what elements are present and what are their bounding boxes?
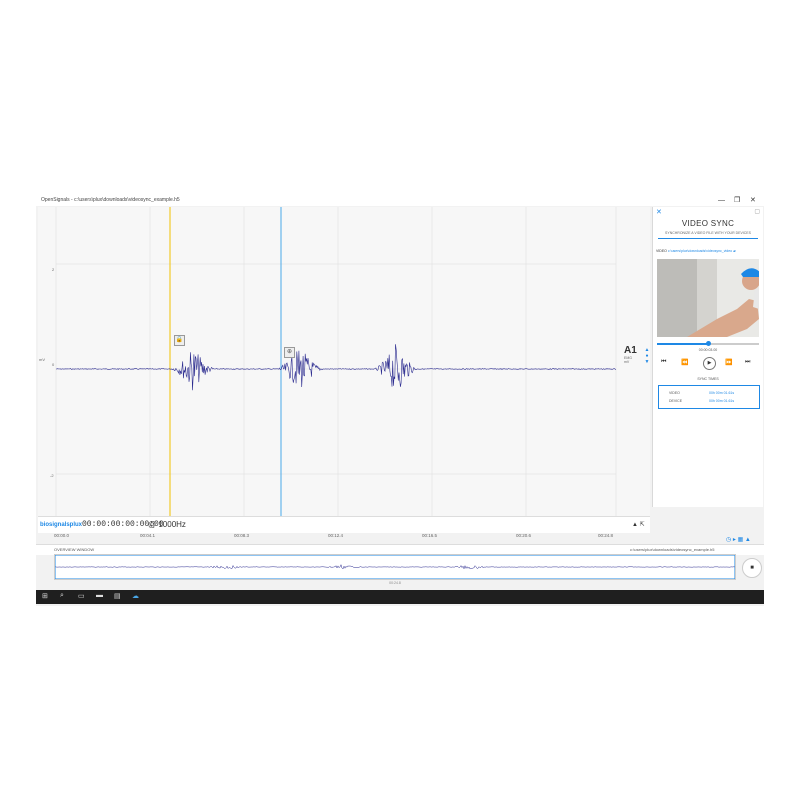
sync-times-box: VIDEO 00h 00m 01.61s DEVICE 00h 00m 01.6… bbox=[658, 385, 760, 409]
time-tick: 00:04.1 bbox=[140, 533, 156, 538]
panel-title: VIDEO SYNC bbox=[681, 219, 735, 228]
skip-forward-icon[interactable]: ⏭ bbox=[745, 359, 750, 366]
sync-row-device: DEVICE 00h 00m 01.61s bbox=[669, 399, 754, 403]
time-tick: 00:20.6 bbox=[516, 533, 532, 538]
video-frame-svg bbox=[657, 259, 759, 337]
app-icon[interactable]: ▤ bbox=[114, 592, 121, 600]
playback-controls: ⏮ ⏪ ▶ ⏩ ⏭ bbox=[657, 357, 759, 371]
time-tick: 00:24.8 bbox=[598, 533, 614, 538]
y-tick-label: 0 bbox=[52, 362, 55, 367]
device-logo: biosignalsplux bbox=[40, 522, 83, 528]
channel-unit: mV bbox=[624, 360, 630, 364]
sync-row-label: DEVICE bbox=[669, 399, 683, 403]
time-bar: biosignalsplux 00:00:00:00:00:00 @ 1000H… bbox=[38, 516, 650, 533]
video-label: VIDEO bbox=[656, 249, 667, 253]
seek-fill bbox=[657, 343, 708, 345]
panel-divider bbox=[658, 238, 758, 239]
overview-file[interactable]: c:\users\plux\downloads\videosync_exampl… bbox=[630, 547, 715, 552]
overview-label: OVERVIEW WINDOW bbox=[54, 547, 95, 552]
title-bar: OpenSignals - c:\users\plux\downloads\vi… bbox=[36, 196, 764, 206]
y-unit-label: mV bbox=[39, 357, 45, 362]
sync-row-video: VIDEO 00h 00m 01.61s bbox=[669, 391, 754, 395]
lock-icon[interactable]: 🔒 bbox=[174, 335, 185, 346]
video-path[interactable]: c:\users\plux\downloads\videosync_video bbox=[668, 249, 732, 253]
y-tick-label: 2 bbox=[52, 267, 55, 272]
minimize-button[interactable]: — bbox=[718, 196, 725, 206]
overview-signal-svg bbox=[54, 554, 736, 580]
app-window: OpenSignals - c:\users\plux\downloads\vi… bbox=[36, 196, 764, 606]
time-tick: 00:12.4 bbox=[328, 533, 344, 538]
time-axis: 00:00.0 00:04.1 00:08.3 00:12.4 00:16.5 … bbox=[38, 533, 650, 541]
time-tick: 00:08.3 bbox=[234, 533, 250, 538]
video-seek-bar[interactable] bbox=[657, 341, 759, 346]
taskbar: ⊞ ⌕ ▭ ▬ ▤ ☁ bbox=[36, 590, 764, 604]
expand-icon[interactable]: ▲ ⇱ bbox=[632, 521, 645, 528]
video-time: 00:00:03.00 bbox=[698, 348, 718, 352]
overview-time: 00:24.8 bbox=[389, 581, 401, 585]
video-preview bbox=[657, 259, 759, 337]
crosshair-icon[interactable]: ⊕ bbox=[284, 347, 295, 358]
explorer-icon[interactable]: ▬ bbox=[96, 592, 103, 599]
channel-label: A1 EMG mV bbox=[624, 345, 644, 364]
sampling-rate: @ 1000Hz bbox=[148, 520, 186, 529]
folder-icon[interactable]: ▰ bbox=[733, 249, 736, 253]
skip-back-icon[interactable]: ⏮ bbox=[661, 359, 666, 366]
sync-row-value[interactable]: 00h 00m 01.61s bbox=[709, 399, 734, 403]
video-file-row[interactable]: VIDEO c:\users\plux\downloads\videosync_… bbox=[656, 249, 760, 253]
emg-signal-trace bbox=[56, 344, 616, 391]
opensignals-icon[interactable]: ☁ bbox=[132, 592, 139, 600]
panel-subtitle: SYNCHRONIZE A VIDEO FILE WITH YOUR DEVIC… bbox=[665, 231, 751, 235]
channel-name: A1 bbox=[624, 345, 637, 356]
channel-controls: ▲ ● ▼ bbox=[644, 347, 650, 365]
play-button[interactable]: ▶ bbox=[703, 357, 716, 370]
close-panel-icon[interactable]: ✕ bbox=[656, 208, 662, 216]
time-tick: 00:16.5 bbox=[422, 533, 438, 538]
fast-forward-icon[interactable]: ⏩ bbox=[725, 359, 732, 366]
window-title: OpenSignals - c:\users\plux\downloads\vi… bbox=[41, 197, 180, 203]
signal-plot[interactable]: 2 0 -2 mV 🔒 ⊕ A1 EMG mV ▲ ● ▼ bbox=[38, 207, 650, 526]
y-tick-label: -2 bbox=[50, 473, 54, 478]
overview-signal-trace bbox=[54, 563, 736, 570]
start-icon[interactable]: ⊞ bbox=[42, 592, 48, 600]
time-tick: 00:00.0 bbox=[54, 533, 70, 538]
rewind-icon[interactable]: ⏪ bbox=[681, 359, 688, 366]
overview-toolbar-icons[interactable]: ◷ ▸ ▦ ▲ bbox=[726, 536, 751, 543]
signal-plot-svg bbox=[55, 207, 617, 526]
pin-icon[interactable]: ▢ bbox=[754, 208, 760, 215]
stop-button[interactable]: ■ bbox=[742, 558, 762, 578]
maximize-button[interactable]: ❐ bbox=[734, 196, 740, 206]
search-icon[interactable]: ⌕ bbox=[60, 592, 64, 600]
overview-window[interactable]: 00:24.8 bbox=[54, 554, 736, 585]
video-sync-panel: ✕ ▢ VIDEO SYNC SYNCHRONIZE A VIDEO FILE … bbox=[652, 207, 763, 507]
channel-down-icon[interactable]: ▼ bbox=[644, 359, 650, 365]
sync-row-label: VIDEO bbox=[669, 391, 680, 395]
close-button[interactable]: ✕ bbox=[750, 196, 756, 206]
sync-row-value[interactable]: 00h 00m 01.61s bbox=[709, 391, 734, 395]
seek-handle[interactable] bbox=[705, 341, 711, 346]
task-view-icon[interactable]: ▭ bbox=[78, 592, 85, 600]
sync-times-label: SYNC TIMES bbox=[697, 377, 719, 381]
